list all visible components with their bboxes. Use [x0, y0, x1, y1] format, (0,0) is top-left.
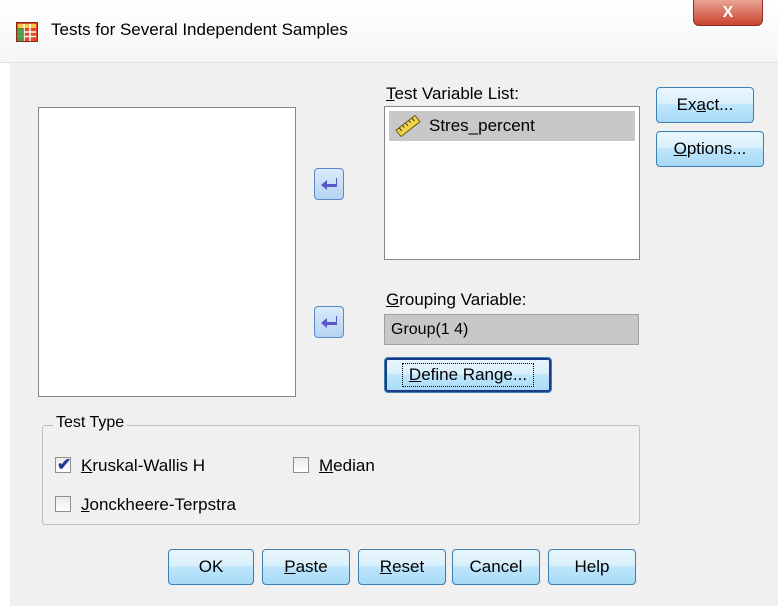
arrow-left-icon — [321, 316, 337, 328]
close-icon: X — [722, 3, 734, 21]
paste-button[interactable]: Paste — [262, 549, 350, 585]
dialog-window: Tests for Several Independent Samples X … — [0, 0, 778, 606]
median-checkbox[interactable] — [293, 457, 309, 473]
options-button[interactable]: Options... — [656, 131, 764, 167]
window-left-edge — [0, 63, 10, 606]
check-icon: ✔ — [57, 455, 72, 474]
move-to-test-list-button[interactable] — [314, 168, 344, 200]
median-label[interactable]: Median — [319, 456, 375, 476]
cancel-button[interactable]: Cancel — [452, 549, 540, 585]
window-title: Tests for Several Independent Samples — [51, 20, 348, 39]
kruskal-wallis-label[interactable]: Kruskal-Wallis H — [81, 456, 205, 476]
scale-ruler-icon — [395, 115, 421, 137]
source-variable-list[interactable] — [38, 107, 296, 397]
jonckheere-terpstra-label[interactable]: Jonckheere-Terpstra — [81, 495, 236, 515]
jonckheere-terpstra-checkbox[interactable] — [55, 496, 71, 512]
help-button[interactable]: Help — [548, 549, 636, 585]
options-label: Options... — [673, 139, 747, 158]
exact-label: Exact... — [676, 95, 734, 114]
reset-label: Reset — [379, 557, 425, 576]
move-to-grouping-button[interactable] — [314, 306, 344, 338]
close-button[interactable]: X — [693, 0, 763, 26]
title-bar[interactable]: Tests for Several Independent Samples X — [0, 0, 778, 63]
test-variable-list[interactable]: Stres_percent — [384, 106, 640, 260]
cancel-label: Cancel — [469, 557, 523, 576]
variable-name: Stres_percent — [429, 116, 535, 135]
test-variable-list-label: Test Variable List: — [386, 84, 519, 103]
list-item[interactable]: Stres_percent — [389, 111, 635, 141]
reset-button[interactable]: Reset — [358, 549, 446, 585]
arrow-left-icon — [321, 178, 337, 190]
exact-button[interactable]: Exact... — [656, 87, 754, 123]
kruskal-wallis-checkbox[interactable]: ✔ — [55, 455, 72, 474]
ok-label: OK — [198, 557, 224, 576]
ok-button[interactable]: OK — [168, 549, 254, 585]
grouping-variable-field[interactable]: Group(1 4) — [384, 314, 639, 345]
test-type-legend: Test Type — [53, 414, 128, 432]
spss-table-icon — [16, 22, 38, 42]
paste-label: Paste — [284, 557, 328, 576]
define-range-button[interactable]: Define Range... — [384, 357, 552, 393]
grouping-variable-label: Grouping Variable: — [386, 290, 527, 309]
define-range-label: Define Range... — [401, 363, 535, 387]
help-label: Help — [574, 557, 610, 576]
